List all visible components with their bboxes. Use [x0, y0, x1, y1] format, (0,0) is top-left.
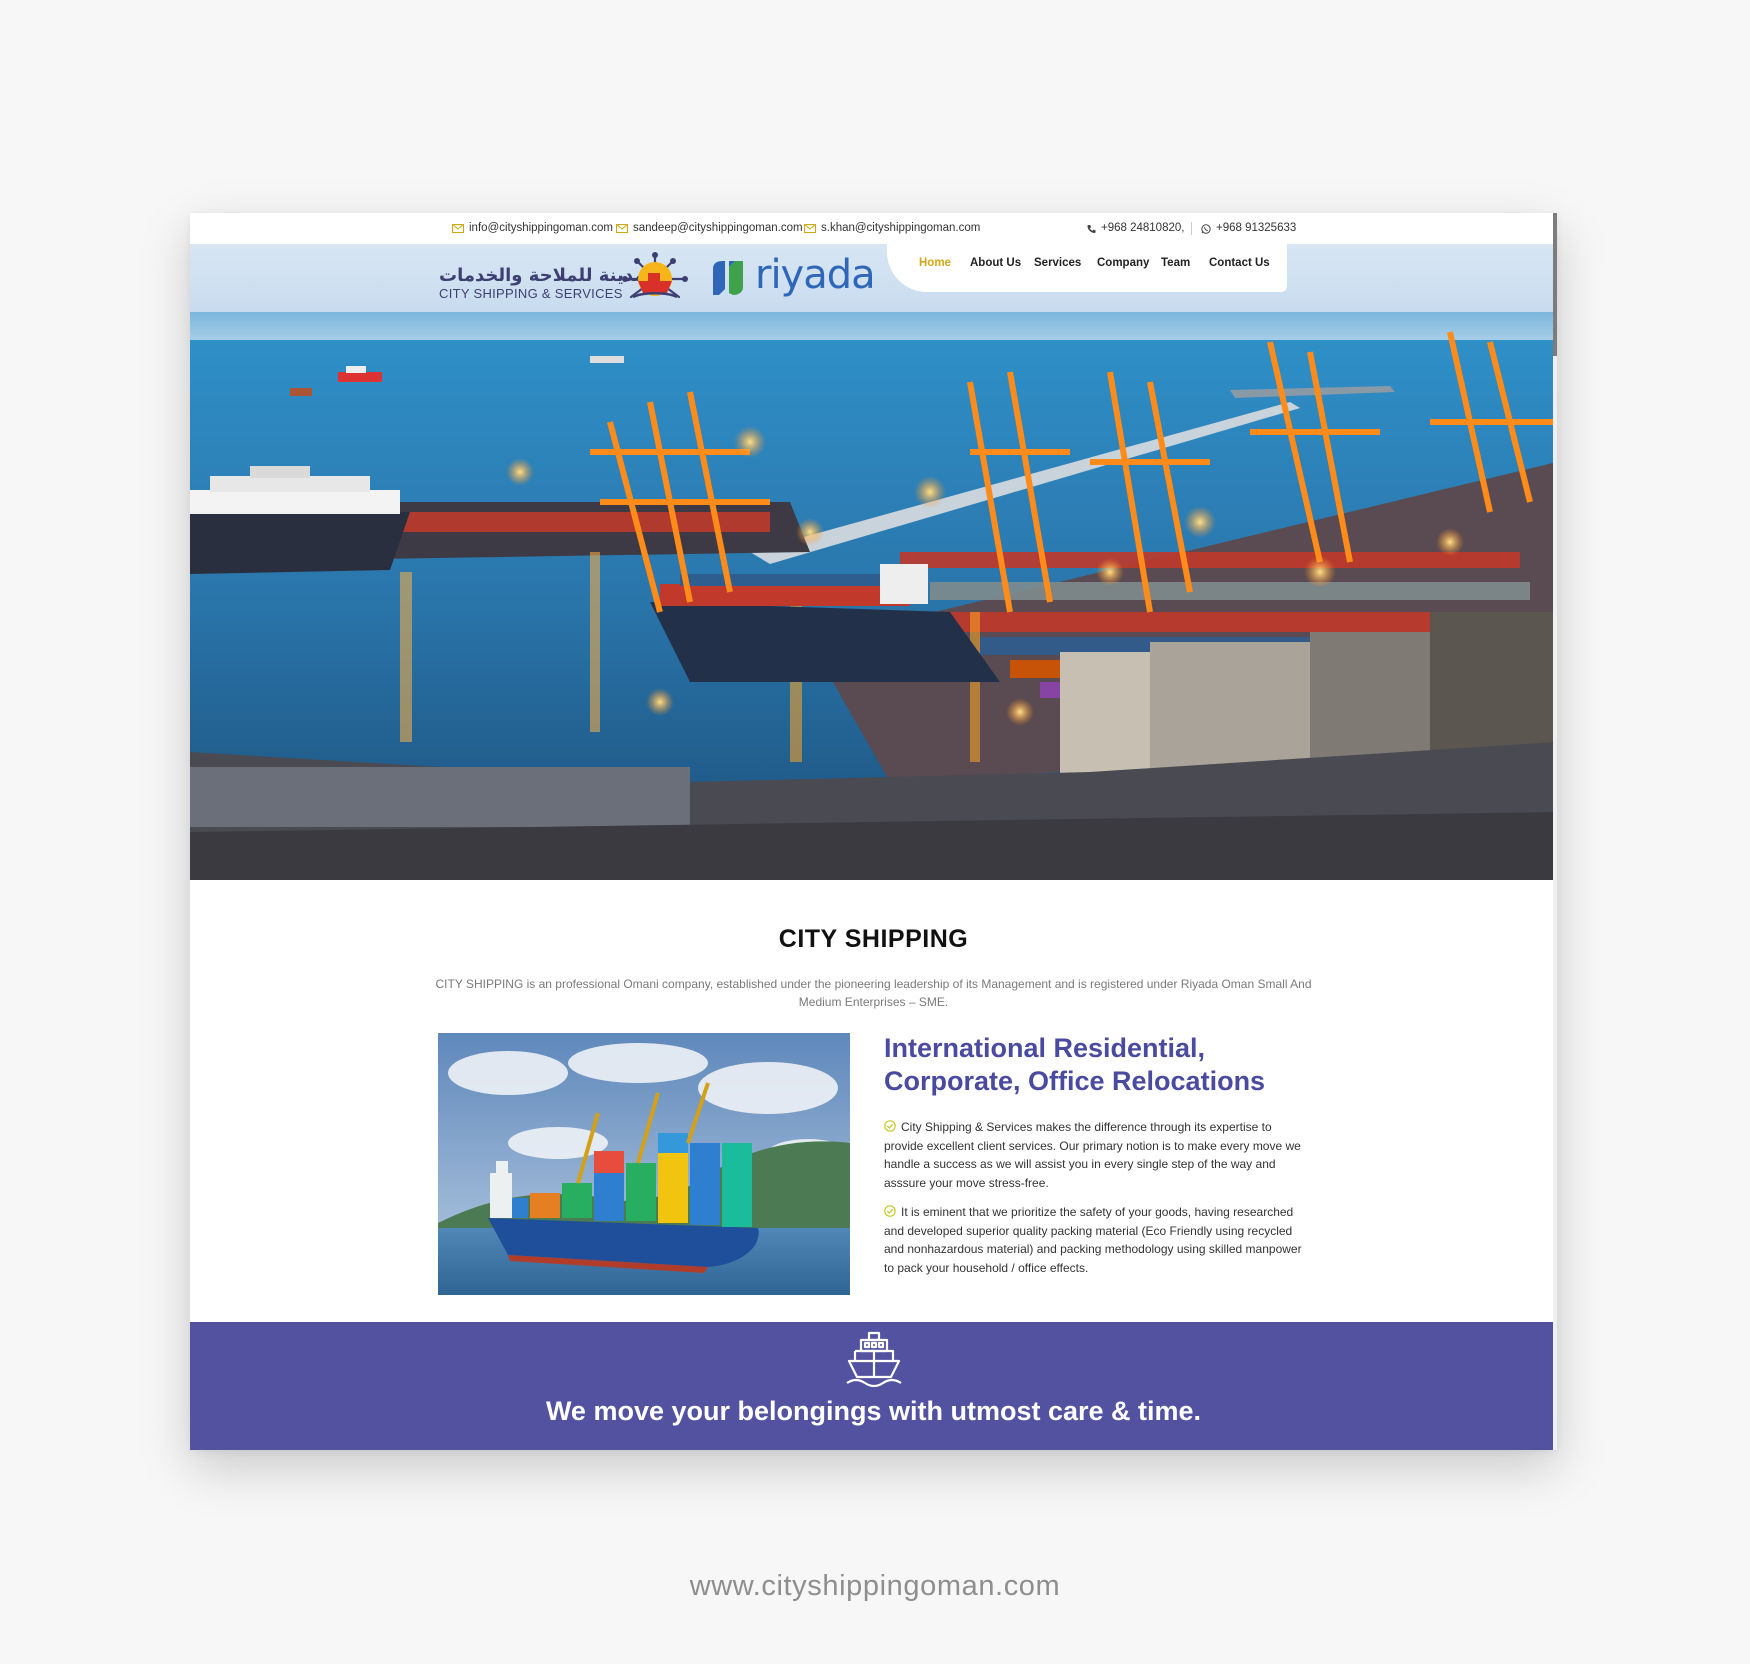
phone-number: +968 24810820, — [1101, 222, 1185, 234]
phone-link[interactable]: +968 24810820, — [1087, 213, 1184, 244]
site-header: المدينة للملاحة والخدمات CITY SHIPPING &… — [190, 244, 1557, 312]
divider — [1191, 222, 1192, 235]
whatsapp-icon — [1201, 223, 1211, 234]
check-circle-icon — [884, 1205, 896, 1217]
email-khan-link[interactable]: s.khan@cityshippingoman.com — [804, 213, 980, 244]
email-sandeep: sandeep@cityshippingoman.com — [633, 222, 803, 234]
riyada-logo-icon[interactable] — [709, 259, 747, 297]
feature-point-1-text: City Shipping & Services makes the diffe… — [884, 1120, 1301, 1190]
main-nav: Home About Us Services Company Team Cont… — [887, 244, 1287, 292]
nav-about-us[interactable]: About Us — [970, 257, 1021, 269]
check-circle-icon — [884, 1120, 896, 1132]
scrollbar[interactable] — [1553, 213, 1557, 1450]
email-info-link[interactable]: info@cityshippingoman.com — [452, 213, 613, 244]
email-sandeep-link[interactable]: sandeep@cityshippingoman.com — [616, 213, 803, 244]
envelope-icon — [452, 224, 464, 233]
riyada-logo-text[interactable]: riyada — [755, 252, 876, 298]
logo-english-text[interactable]: CITY SHIPPING & SERVICES — [439, 286, 623, 301]
nav-company[interactable]: Company — [1097, 257, 1149, 269]
cargo-ship-image — [438, 1033, 850, 1295]
feature-heading-line1: International Residential, — [884, 1033, 1206, 1063]
envelope-icon — [804, 224, 816, 233]
ship-wheel-logo-icon[interactable] — [617, 251, 693, 307]
banner-tagline: We move your belongings with utmost care… — [545, 1396, 1202, 1426]
feature-point-2: It is eminent that we prioritize the saf… — [884, 1203, 1304, 1277]
ship-icon — [846, 1331, 902, 1388]
nav-contact-us[interactable]: Contact Us — [1209, 257, 1270, 269]
contact-bar: info@cityshippingoman.com sandeep@citysh… — [190, 213, 1557, 244]
feature-point-2-text: It is eminent that we prioritize the saf… — [884, 1205, 1302, 1275]
feature-heading-line2: Corporate, Office Relocations — [884, 1066, 1266, 1096]
feature-heading: International Residential, Corporate, Of… — [884, 1032, 1304, 1098]
feature-point-1: City Shipping & Services makes the diffe… — [884, 1118, 1304, 1192]
nav-team[interactable]: Team — [1161, 257, 1190, 269]
nav-home[interactable]: Home — [919, 257, 951, 269]
tagline-banner: We move your belongings with utmost care… — [190, 1322, 1557, 1450]
section-title: CITY SHIPPING — [778, 925, 969, 953]
hero-port-image — [190, 312, 1557, 880]
phone-icon — [1087, 224, 1096, 233]
website-screenshot: info@cityshippingoman.com sandeep@citysh… — [190, 213, 1557, 1450]
whatsapp-number: +968 91325633 — [1216, 222, 1297, 234]
site-url-caption: www.cityshippingoman.com — [689, 1570, 1061, 1602]
scrollbar-thumb[interactable] — [1553, 213, 1557, 356]
envelope-icon — [616, 224, 628, 233]
intro-paragraph: CITY SHIPPING is an professional Omani c… — [435, 977, 1312, 1009]
whatsapp-link[interactable]: +968 91325633 — [1201, 213, 1296, 244]
email-khan: s.khan@cityshippingoman.com — [821, 222, 981, 234]
nav-services[interactable]: Services — [1034, 257, 1081, 269]
email-info: info@cityshippingoman.com — [469, 222, 613, 234]
